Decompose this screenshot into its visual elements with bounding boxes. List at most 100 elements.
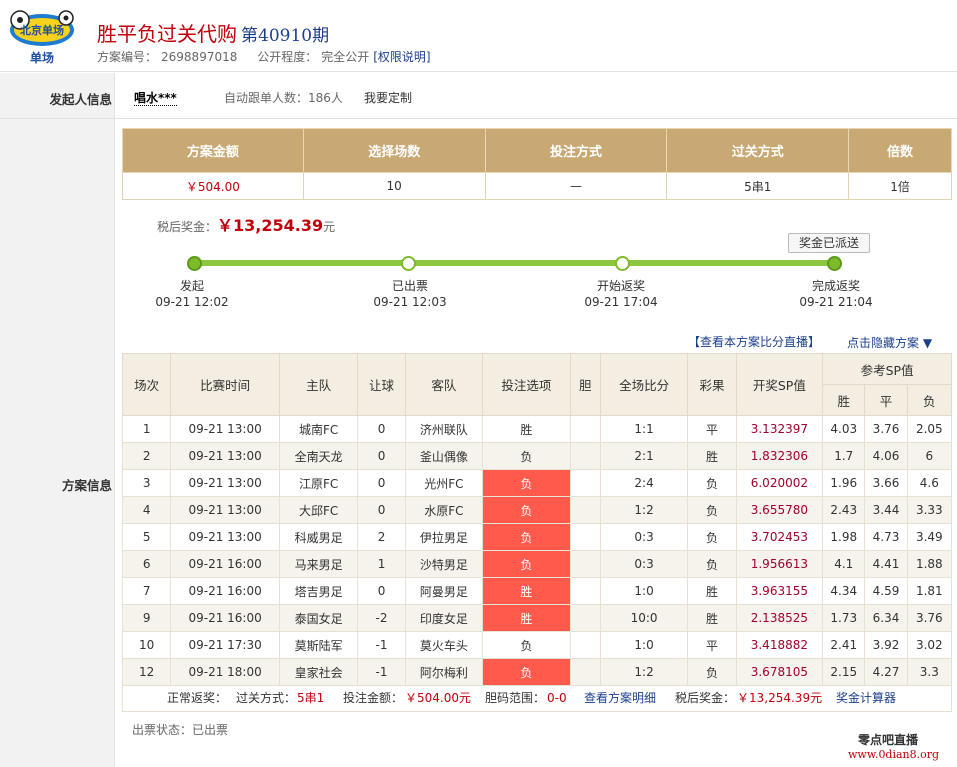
table-row: 9 09-21 16:00 泰国女足 -2 印度女足胜 10:0 胜 2.138525 1.73… <box>121 604 953 632</box>
custom-link[interactable]: 我要定制 <box>364 89 412 106</box>
draw-sp: 1.956613 <box>735 550 824 578</box>
rights-link[interactable]: [权限说明] <box>373 50 430 64</box>
away-team: 光州FC <box>404 469 484 497</box>
bet-pick: 负 <box>482 523 571 551</box>
bet-pick: 负 <box>482 496 571 524</box>
range-label: 胆码范围： <box>485 691 546 705</box>
ref-sp-draw: 3.76 <box>864 415 908 443</box>
match-time: 09-21 13:00 <box>170 469 280 497</box>
draw-sp: 1.832306 <box>735 442 824 470</box>
result: 负 <box>687 469 737 497</box>
ticket-status: 出票状态：已出票 <box>132 723 229 737</box>
home-team: 莫斯陆军 <box>278 631 359 659</box>
auto-follow-count: 自动跟单人数：186人 <box>224 91 343 105</box>
handicap: 1 <box>357 550 406 578</box>
handicap: 0 <box>357 415 406 443</box>
ref-sp-loss: 3.02 <box>906 631 953 659</box>
handicap: 0 <box>357 577 406 605</box>
full-score: 10:0 <box>599 604 689 632</box>
ref-sp-draw: 4.73 <box>864 523 908 551</box>
after-tax-value: ￥13,254.39元 <box>737 691 823 705</box>
plan-meta: 方案编号： 2698897018 公开程度： 完全公开 [权限说明] <box>97 48 435 65</box>
full-score: 1:0 <box>599 631 689 659</box>
hide-plan-link[interactable]: 点击隐藏方案 ▼ <box>847 334 932 351</box>
ref-sp-win: 1.96 <box>822 469 866 497</box>
multiple: 1倍 <box>848 172 952 200</box>
bet-type: — <box>484 172 668 200</box>
match-no: 3 <box>121 469 172 497</box>
page-title: 胜平负过关代购 第40910期 <box>97 18 329 47</box>
banker <box>569 550 601 578</box>
ref-sp-loss: 1.88 <box>906 550 953 578</box>
draw-sp: 3.963155 <box>735 577 824 605</box>
match-no: 2 <box>121 442 172 470</box>
sponsor-name[interactable]: 唱水*** <box>134 91 177 106</box>
result: 负 <box>687 523 737 551</box>
public-label: 公开程度： <box>257 50 318 64</box>
summary-header: 选择场数 <box>302 128 486 173</box>
match-time: 09-21 18:00 <box>170 658 280 686</box>
step-name: 开始返奖 <box>596 279 645 293</box>
banker <box>569 658 601 686</box>
full-score: 2:4 <box>599 469 689 497</box>
ref-sp-draw: 4.59 <box>864 577 908 605</box>
summary-table: 方案金额 选择场数 投注方式 过关方式 倍数 ￥504.00 10 — 5串1 … <box>122 128 952 200</box>
banker <box>569 631 601 659</box>
draw-sp: 3.678105 <box>735 658 824 686</box>
after-tax-prize: 税后奖金：￥13,254.39元 <box>157 212 335 236</box>
divider <box>0 118 957 119</box>
banker <box>569 577 601 605</box>
public-value: 完全公开 <box>321 50 370 64</box>
result: 平 <box>687 415 737 443</box>
bet-pick: 负 <box>482 631 571 659</box>
prize-label: 税后奖金： <box>157 220 218 234</box>
full-score: 1:2 <box>599 496 689 524</box>
col-header: 胆 <box>569 353 601 416</box>
match-time: 09-21 16:00 <box>170 577 280 605</box>
ref-sp-win: 4.34 <box>822 577 866 605</box>
match-no: 5 <box>121 523 172 551</box>
progress-step: 开始返奖 09-21 17:04 <box>561 278 681 310</box>
plan-detail-table: 场次 比赛时间 主队 让球 客队 投注选项 胆 全场比分 彩果 开奖SP值 参考… <box>121 353 953 686</box>
banker <box>569 442 601 470</box>
handicap: -2 <box>357 604 406 632</box>
banker <box>569 496 601 524</box>
draw-sp: 2.138525 <box>735 604 824 632</box>
amount-label: 投注金额： <box>343 691 404 705</box>
prize-amount: ￥13,254.39 <box>217 216 324 235</box>
handicap: 0 <box>357 442 406 470</box>
sponsor-label: 发起人信息 <box>49 92 112 107</box>
lottery-logo: 北京单场 单场 <box>6 4 78 68</box>
title-text: 胜平负过关代购 <box>97 22 237 46</box>
progress-node-ticket <box>401 256 416 271</box>
ref-sp-draw: 4.41 <box>864 550 908 578</box>
match-time: 09-21 16:00 <box>170 550 280 578</box>
ref-sp-win: 2.41 <box>822 631 866 659</box>
ref-sub-header: 胜 <box>822 384 866 416</box>
view-detail-link[interactable]: 查看方案明细 <box>584 686 656 710</box>
ref-sp-loss: 3.3 <box>906 658 953 686</box>
col-header: 开奖SP值 <box>735 353 824 416</box>
prize-sent-button[interactable]: 奖金已派送 <box>788 233 870 253</box>
progress-step: 已出票 09-21 12:03 <box>350 278 470 310</box>
plan-amount: ￥504.00 <box>122 172 304 200</box>
result: 胜 <box>687 604 737 632</box>
draw-sp: 3.132397 <box>735 415 824 443</box>
handicap: -1 <box>357 658 406 686</box>
step-time: 09-21 21:04 <box>799 295 873 309</box>
summary-header: 倍数 <box>848 128 952 173</box>
sponsor-info: 唱水*** 自动跟单人数：186人 我要定制 <box>134 89 412 106</box>
away-team: 莫火车头 <box>404 631 484 659</box>
ref-sp-win: 1.98 <box>822 523 866 551</box>
step-time: 09-21 12:02 <box>155 295 229 309</box>
plan-no: 2698897018 <box>161 50 238 64</box>
range-value: 0-0 <box>547 691 567 705</box>
prize-calculator-link[interactable]: 奖金计算器 <box>836 686 896 710</box>
away-team: 阿曼男足 <box>404 577 484 605</box>
result: 负 <box>687 550 737 578</box>
live-score-link[interactable]: 【查看本方案比分直播】 <box>688 333 820 350</box>
page-header: 北京单场 单场 胜平负过关代购 第40910期 方案编号： 2698897018 公… <box>0 0 957 72</box>
col-header: 比赛时间 <box>170 353 280 416</box>
table-row: 6 09-21 16:00 马来男足 1 沙特男足负 0:3 负 1.956613 4.1 4.4… <box>121 550 953 578</box>
full-score: 0:3 <box>599 550 689 578</box>
